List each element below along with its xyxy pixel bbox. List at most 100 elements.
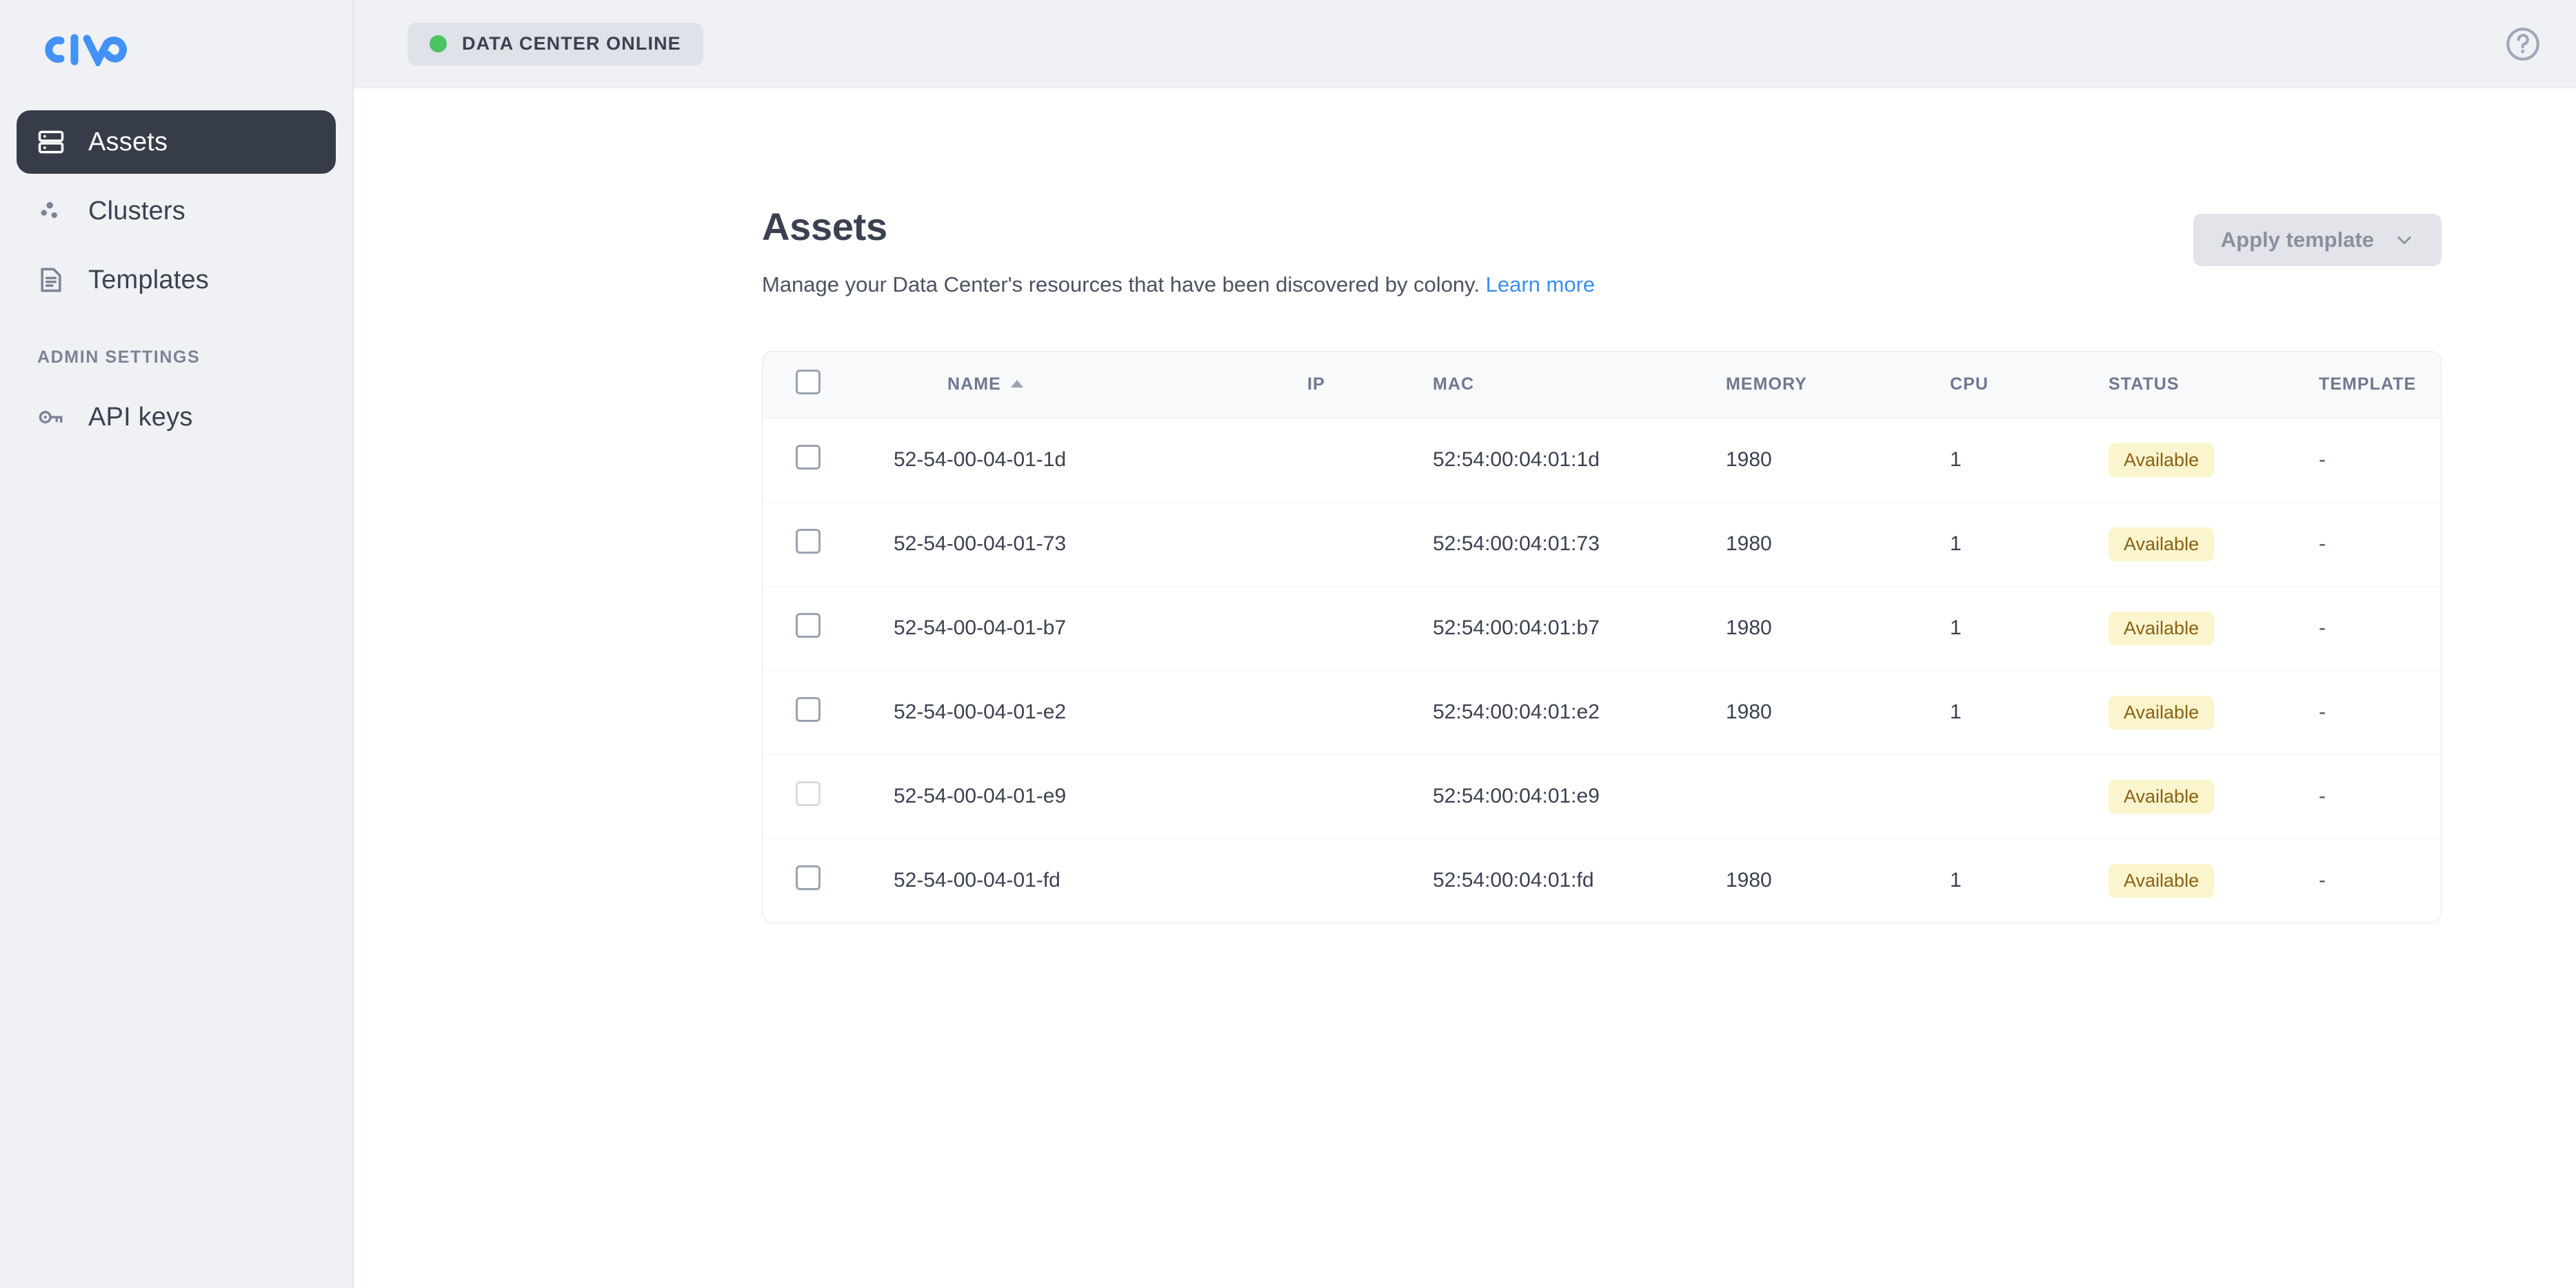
cell-mac: 52:54:00:04:01:e2 — [1433, 670, 1726, 755]
cell-name: 52-54-00-04-01-b7 — [894, 586, 1307, 671]
row-select-cell — [763, 670, 894, 755]
cell-memory: 1980 — [1726, 502, 1950, 587]
cell-ip — [1307, 838, 1433, 923]
sidebar-item-label: Templates — [88, 265, 209, 294]
row-select-cell — [763, 754, 894, 839]
cell-ip — [1307, 586, 1433, 671]
column-header-name[interactable]: NAME — [894, 352, 1307, 419]
page-subtitle-text: Manage your Data Center's resources that… — [762, 272, 1480, 296]
page-header: Assets Manage your Data Center's resourc… — [762, 88, 2442, 299]
cell-mac: 52:54:00:04:01:e9 — [1433, 754, 1726, 839]
page-subtitle: Manage your Data Center's resources that… — [762, 271, 2193, 299]
sidebar-nav: Assets Clusters Templates ADMIN SETTINGS… — [0, 110, 352, 449]
cell-ip — [1307, 418, 1433, 503]
apply-template-button[interactable]: Apply template — [2193, 214, 2442, 266]
table-row[interactable]: 52-54-00-04-01-73 52:54:00:04:01:73 1980 1 A… — [763, 502, 2441, 587]
sidebar-item-clusters[interactable]: Clusters — [17, 179, 336, 243]
cell-name: 52-54-00-04-01-73 — [894, 502, 1307, 587]
column-header-memory-label: MEMORY — [1726, 374, 1807, 394]
table-row[interactable]: 52-54-00-04-01-e2 52:54:00:04:01:e2 1980 1 A… — [763, 670, 2441, 755]
cell-template-text: - — [2319, 701, 2326, 724]
cell-status: Available — [2109, 670, 2319, 755]
status-badge: Available — [2109, 695, 2215, 729]
cell-status: Available — [2109, 586, 2319, 671]
assets-table-head: NAME IP MAC MEMORY CPU STATUS TEMPLATE U… — [763, 352, 2441, 419]
sidebar-item-label: Clusters — [88, 196, 185, 225]
cell-mac-text: 52:54:00:04:01:e9 — [1433, 785, 1600, 808]
select-all-checkbox[interactable] — [796, 370, 821, 395]
assets-table-body: 52-54-00-04-01-1d 52:54:00:04:01:1d 1980 1 A… — [763, 418, 2441, 923]
cell-template-text: - — [2319, 869, 2326, 892]
page-content: Assets Manage your Data Center's resourc… — [354, 88, 2576, 1288]
cell-status: Available — [2109, 418, 2319, 503]
cell-cpu: 1 — [1950, 838, 2109, 923]
cell-memory-text: 1980 — [1726, 701, 1772, 724]
topbar: DATA CENTER ONLINE — [354, 0, 2576, 88]
column-header-template[interactable]: TEMPLATE — [2319, 352, 2441, 419]
sidebar-item-templates[interactable]: Templates — [17, 248, 336, 312]
cell-ip — [1307, 502, 1433, 587]
row-select-checkbox[interactable] — [796, 529, 821, 554]
status-badge-label: DATA CENTER ONLINE — [462, 33, 681, 54]
table-row[interactable]: 52-54-00-04-01-1d 52:54:00:04:01:1d 1980 1 A… — [763, 418, 2441, 503]
table-row[interactable]: 52-54-00-04-01-fd 52:54:00:04:01:fd 1980 1 A… — [763, 838, 2441, 923]
brand-logo[interactable] — [0, 0, 352, 110]
cell-template: - — [2319, 418, 2441, 503]
server-rack-icon — [36, 127, 74, 157]
cell-mac-text: 52:54:00:04:01:fd — [1433, 869, 1594, 892]
row-select-cell — [763, 418, 894, 503]
learn-more-link[interactable]: Learn more — [1486, 272, 1596, 296]
cell-cpu: 1 — [1950, 586, 2109, 671]
cell-mac: 52:54:00:04:01:73 — [1433, 502, 1726, 587]
cell-status: Available — [2109, 754, 2319, 839]
cell-template: - — [2319, 502, 2441, 587]
sidebar-item-label: Assets — [88, 127, 168, 157]
cell-name-text: 52-54-00-04-01-e2 — [894, 701, 1067, 724]
sidebar-item-api-keys[interactable]: API keys — [17, 385, 336, 449]
column-header-status-label: STATUS — [2109, 374, 2180, 394]
cell-status: Available — [2109, 838, 2319, 923]
cell-name-text: 52-54-00-04-01-fd — [894, 869, 1060, 892]
cell-memory: 1980 — [1726, 418, 1950, 503]
assets-table-card: NAME IP MAC MEMORY CPU STATUS TEMPLATE U… — [762, 351, 2442, 924]
column-header-memory[interactable]: MEMORY — [1726, 352, 1950, 419]
table-row[interactable]: 52-54-00-04-01-e9 52:54:00:04:01:e9 Availa… — [763, 754, 2441, 839]
status-badge-data-center[interactable]: DATA CENTER ONLINE — [407, 22, 703, 66]
cell-mac: 52:54:00:04:01:b7 — [1433, 586, 1726, 671]
column-header-status[interactable]: STATUS — [2109, 352, 2319, 419]
cell-cpu-text: 1 — [1950, 869, 1962, 892]
row-select-cell — [763, 586, 894, 671]
cell-template-text: - — [2319, 448, 2326, 472]
cell-memory-text: 1980 — [1726, 869, 1772, 892]
cell-mac-text: 52:54:00:04:01:1d — [1433, 448, 1600, 472]
cell-name-text: 52-54-00-04-01-e9 — [894, 785, 1067, 808]
cell-template: - — [2319, 754, 2441, 839]
sidebar-item-assets[interactable]: Assets — [17, 110, 336, 174]
status-badge: Available — [2109, 863, 2215, 898]
row-select-checkbox[interactable] — [796, 613, 821, 638]
assets-table: NAME IP MAC MEMORY CPU STATUS TEMPLATE U… — [763, 352, 2441, 923]
cell-cpu-text: 1 — [1950, 532, 1962, 556]
cell-cpu-text: 1 — [1950, 448, 1962, 472]
cell-template-text: - — [2319, 616, 2326, 640]
column-header-mac[interactable]: MAC — [1433, 352, 1726, 419]
cell-memory-text: 1980 — [1726, 448, 1772, 472]
document-icon — [36, 265, 74, 295]
cell-name: 52-54-00-04-01-1d — [894, 418, 1307, 503]
table-row[interactable]: 52-54-00-04-01-b7 52:54:00:04:01:b7 1980 1 A… — [763, 586, 2441, 671]
cell-mac: 52:54:00:04:01:fd — [1433, 838, 1726, 923]
row-select-checkbox[interactable] — [796, 445, 821, 470]
cell-cpu-text: 1 — [1950, 616, 1962, 640]
sidebar: Assets Clusters Templates ADMIN SETTINGS… — [0, 0, 354, 1288]
row-select-checkbox[interactable] — [796, 865, 821, 891]
column-header-ip[interactable]: IP — [1307, 352, 1433, 419]
question-circle-icon[interactable] — [2503, 24, 2543, 64]
table-header-row: NAME IP MAC MEMORY CPU STATUS TEMPLATE U… — [763, 352, 2441, 419]
cell-name-text: 52-54-00-04-01-1d — [894, 448, 1067, 472]
column-header-cpu[interactable]: CPU — [1950, 352, 2109, 419]
page-title: Assets — [762, 205, 887, 248]
status-badge: Available — [2109, 779, 2215, 814]
row-select-checkbox[interactable] — [796, 697, 821, 723]
cell-memory-text: 1980 — [1726, 616, 1772, 640]
cell-name: 52-54-00-04-01-e9 — [894, 754, 1307, 839]
